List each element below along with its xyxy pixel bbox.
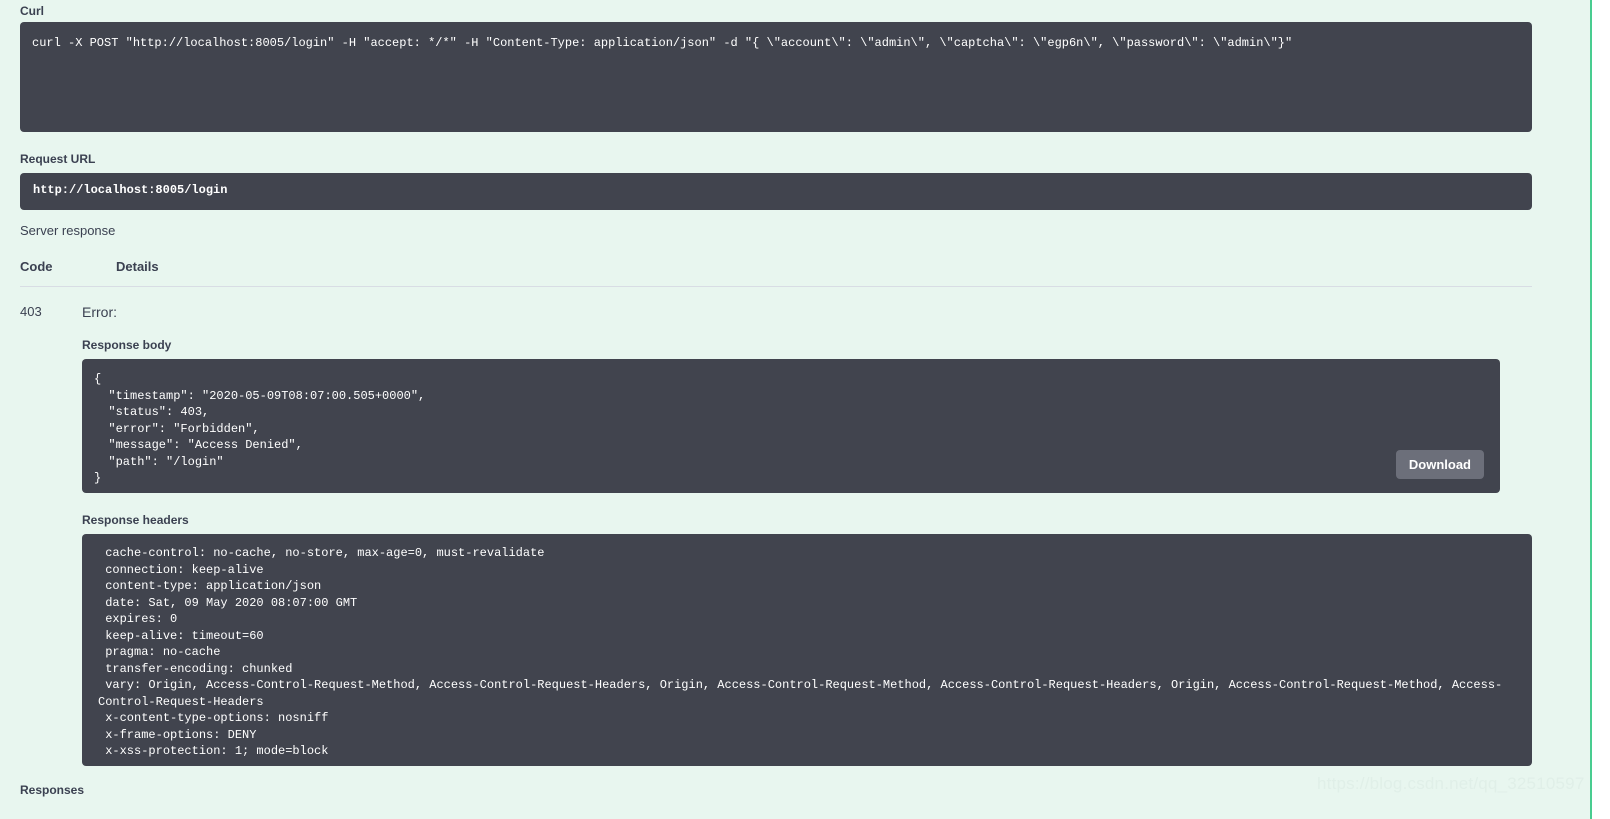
table-row: 403 Error: Response body { "timestamp": … [20,287,1532,766]
response-body-label: Response body [82,337,1532,353]
column-header-details: Details [116,259,159,274]
response-status-code: 403 [20,303,82,766]
responses-label: Responses [20,782,84,798]
download-button[interactable]: Download [1396,450,1484,479]
table-header-row: Code Details [20,259,1532,286]
server-response-label: Server response [20,223,115,239]
error-title: Error: [82,303,1532,321]
watermark: https://blog.csdn.net/qq_32510597 [1317,774,1584,794]
response-body-block: { "timestamp": "2020-05-09T08:07:00.505+… [82,359,1500,493]
response-headers-label: Response headers [82,512,1532,528]
request-url-value[interactable]: http://localhost:8005/login [20,173,1532,210]
server-response-table: Code Details 403 Error: Response body { … [20,259,1532,766]
response-body-text: { "timestamp": "2020-05-09T08:07:00.505+… [94,372,425,485]
curl-command-block[interactable]: curl -X POST "http://localhost:8005/logi… [20,22,1532,132]
response-headers-block: cache-control: no-cache, no-store, max-a… [82,534,1532,766]
curl-label: Curl [20,3,44,19]
response-details-cell: Error: Response body { "timestamp": "202… [82,303,1532,766]
column-header-code: Code [20,259,116,274]
request-url-label: Request URL [20,151,95,167]
swagger-try-it-out-panel: Curl curl -X POST "http://localhost:8005… [0,0,1592,819]
